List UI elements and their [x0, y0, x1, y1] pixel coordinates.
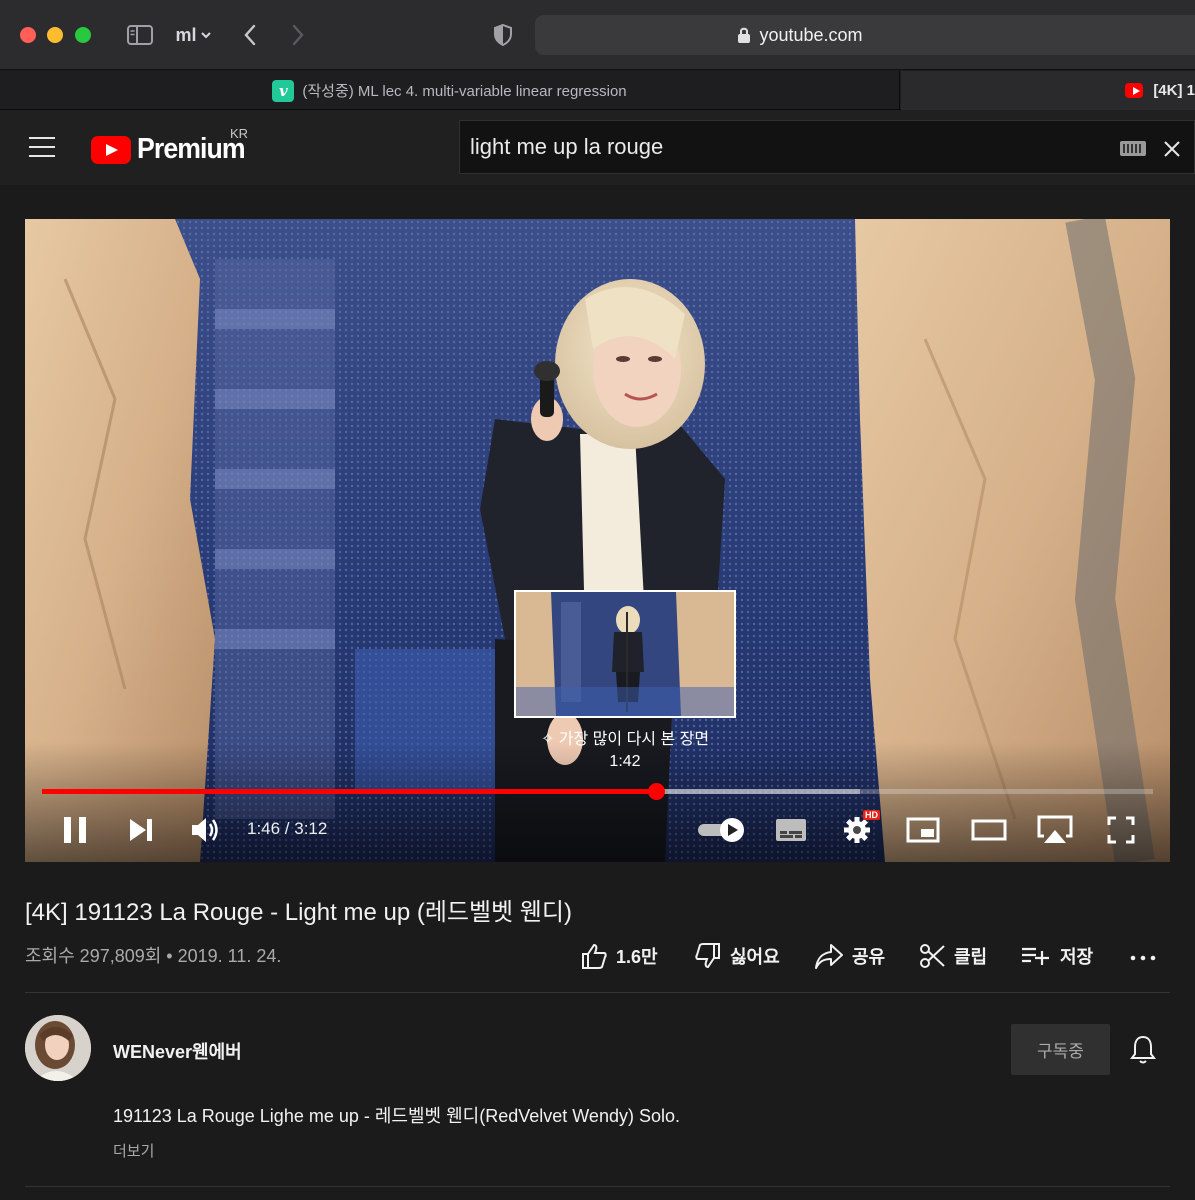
- tab-title: (작성중) ML lec 4. multi-variable linear re…: [302, 83, 627, 100]
- most-replayed-label: 가장 많이 다시 본 장면: [558, 731, 710, 748]
- like-count: 1.6만: [616, 947, 658, 967]
- search-input[interactable]: light me up la rouge: [459, 120, 1195, 174]
- skip-next-icon: [130, 819, 152, 841]
- pause-icon: [64, 817, 86, 843]
- save-button[interactable]: 저장: [1020, 938, 1093, 974]
- close-icon[interactable]: [1160, 137, 1184, 161]
- save-label: 저장: [1060, 947, 1094, 967]
- youtube-header: Premium KR light me up la rouge: [0, 110, 1195, 185]
- keyboard-icon[interactable]: [1120, 141, 1146, 156]
- scrub-preview-thumbnail: [514, 590, 736, 718]
- clip-label: 클립: [954, 947, 988, 967]
- country-code: KR: [230, 126, 249, 141]
- privacy-shield-icon[interactable]: [488, 20, 518, 50]
- airplay-button[interactable]: [1033, 813, 1077, 847]
- search-query: light me up la rouge: [470, 134, 664, 159]
- menu-icon[interactable]: [29, 137, 55, 157]
- subscribe-button[interactable]: 구독중: [1011, 1024, 1110, 1075]
- video-description: 191123 La Rouge Lighe me up - 레드벨벳 웬디(Re…: [113, 1106, 680, 1126]
- show-more-link[interactable]: 더보기: [113, 1140, 154, 1161]
- playlist-add-icon: [1022, 947, 1049, 965]
- like-button[interactable]: 1.6만: [580, 938, 658, 974]
- progress-played: [42, 789, 657, 794]
- scissors-icon: [920, 944, 945, 968]
- scrub-preview-label: ✧ 가장 많이 다시 본 장면 1:42: [485, 729, 765, 773]
- share-icon: [815, 944, 843, 969]
- video-player[interactable]: ✧ 가장 많이 다시 본 장면 1:42 1:46 / 3:12 HD: [25, 219, 1170, 862]
- avatar-image: [25, 1015, 91, 1081]
- channel-name[interactable]: WENever웬에버: [113, 1038, 242, 1064]
- subtitles-button[interactable]: [773, 813, 809, 847]
- autoplay-toggle-icon: [698, 818, 744, 842]
- address-text: youtube.com: [759, 24, 863, 45]
- more-actions-button[interactable]: [1130, 938, 1156, 974]
- share-button[interactable]: 공유: [814, 938, 885, 974]
- lock-icon: [738, 27, 751, 43]
- browser-toolbar: ml youtube.com: [0, 0, 1195, 70]
- sidebar-toggle-icon[interactable]: [124, 20, 156, 50]
- youtube-logo-icon: [91, 135, 131, 164]
- bell-icon[interactable]: [1128, 1034, 1158, 1066]
- dislike-button[interactable]: 싫어요: [694, 938, 780, 974]
- address-bar[interactable]: youtube.com: [535, 15, 1195, 55]
- minimize-window-button[interactable]: [47, 27, 63, 43]
- chevron-down-icon: [200, 31, 211, 38]
- youtube-icon: [1125, 83, 1144, 98]
- fullscreen-icon: [1107, 816, 1135, 844]
- clip-button[interactable]: 클립: [918, 938, 987, 974]
- chevron-left-icon: [244, 24, 256, 46]
- logo-text: Premium: [137, 133, 246, 165]
- volume-button[interactable]: [187, 813, 223, 847]
- forward-button[interactable]: [284, 20, 312, 50]
- thumbs-up-icon: [582, 943, 607, 969]
- fullscreen-button[interactable]: [1103, 813, 1139, 847]
- divider: [25, 992, 1170, 993]
- close-window-button[interactable]: [20, 27, 36, 43]
- tab-group-selector[interactable]: ml: [168, 20, 218, 50]
- more-horizontal-icon: [1130, 955, 1156, 961]
- video-title: [4K] 191123 La Rouge - Light me up (레드벨벳…: [25, 899, 572, 926]
- share-label: 공유: [852, 947, 886, 967]
- theater-mode-icon: [971, 819, 1007, 841]
- tab-group-label: ml: [175, 24, 197, 45]
- dislike-label: 싫어요: [730, 947, 780, 967]
- zoom-window-button[interactable]: [75, 27, 91, 43]
- pause-button[interactable]: [57, 813, 93, 847]
- volume-icon: [192, 818, 218, 842]
- preview-time: 1:42: [609, 753, 641, 770]
- time-display: 1:46 / 3:12: [247, 819, 328, 838]
- preview-frame: [516, 592, 734, 716]
- tab-title: [4K] 1: [1153, 82, 1195, 99]
- back-button[interactable]: [236, 20, 264, 50]
- settings-button[interactable]: HD: [837, 810, 880, 847]
- miniplayer-button[interactable]: [903, 813, 943, 847]
- divider: [25, 1186, 1170, 1187]
- video-meta: 조회수 297,809회 • 2019. 11. 24.: [25, 946, 282, 966]
- next-button[interactable]: [123, 813, 159, 847]
- channel-avatar[interactable]: [25, 1015, 91, 1081]
- sparkle-icon: ✧: [540, 731, 559, 748]
- tab-velog[interactable]: v (작성중) ML lec 4. multi-variable linear …: [0, 71, 900, 110]
- theater-mode-button[interactable]: [969, 813, 1009, 847]
- subtitles-icon: [776, 819, 806, 841]
- chevron-right-icon: [292, 24, 304, 46]
- airplay-icon: [1037, 815, 1073, 843]
- autoplay-toggle[interactable]: [695, 813, 747, 847]
- velog-icon: v: [272, 79, 295, 102]
- miniplayer-icon: [906, 817, 940, 843]
- tab-youtube[interactable]: [4K] 1: [901, 71, 1195, 110]
- thumbs-down-icon: [695, 943, 720, 969]
- tab-bar: v (작성중) ML lec 4. multi-variable linear …: [0, 71, 1195, 110]
- hd-badge: HD: [863, 810, 880, 820]
- progress-bar[interactable]: [42, 783, 1153, 800]
